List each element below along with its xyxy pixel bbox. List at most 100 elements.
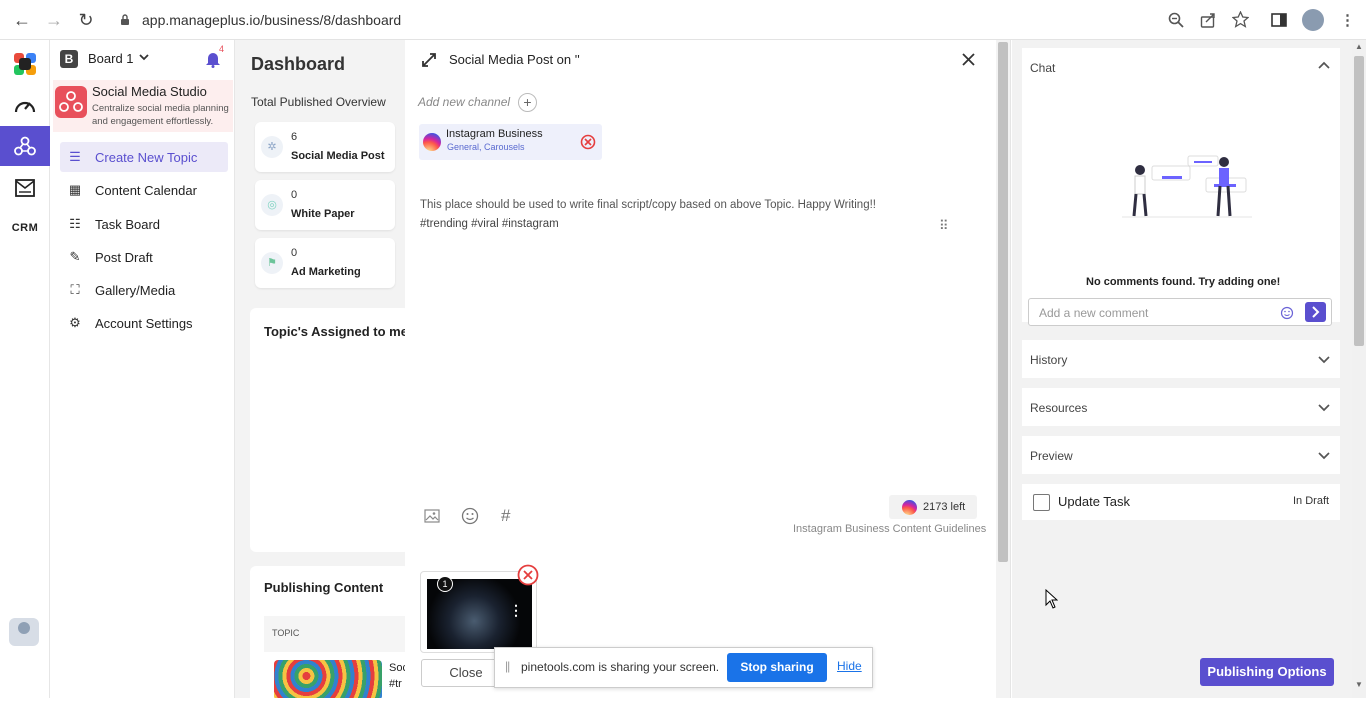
- editor-body-text[interactable]: This place should be used to write final…: [420, 199, 876, 211]
- workspace-header: Social Media Studio Centralize social me…: [53, 80, 233, 132]
- white-paper-icon: ◎: [261, 194, 283, 216]
- browser-menu-icon[interactable]: ⋮: [1340, 11, 1355, 29]
- dashboard: Dashboard Total Published Overview ✲ 6 S…: [235, 40, 405, 698]
- chevron-down-icon: [1318, 356, 1330, 364]
- stat-card-social-media-post[interactable]: ✲ 6 Social Media Post: [255, 122, 395, 172]
- hashtag-icon[interactable]: #: [501, 506, 510, 526]
- history-title: History: [1030, 353, 1068, 367]
- comment-input[interactable]: Add a new comment: [1028, 298, 1332, 326]
- sidebar-item-label: Post Draft: [95, 249, 153, 265]
- hide-link[interactable]: Hide: [837, 659, 862, 673]
- resources-section[interactable]: Resources: [1022, 388, 1340, 426]
- sidebar-item-gallery-media[interactable]: ⛶ Gallery/Media: [60, 275, 228, 305]
- chevron-down-icon: [1318, 452, 1330, 460]
- chat-section: Chat No comments found. Try adding one!: [1022, 48, 1340, 322]
- social-studio-icon: [55, 86, 87, 118]
- reload-icon[interactable]: ↻: [76, 10, 96, 31]
- publishing-title: Publishing Content: [264, 580, 384, 595]
- emoji-icon[interactable]: [461, 507, 479, 525]
- notification-badge: 4: [219, 44, 225, 54]
- page-scrollbar-thumb[interactable]: [1354, 56, 1364, 346]
- publishing-options-button[interactable]: Publishing Options: [1200, 658, 1334, 686]
- stat-count: 6: [291, 131, 298, 143]
- chevron-down-icon[interactable]: [139, 54, 149, 62]
- crm-icon[interactable]: CRM: [0, 210, 50, 246]
- url-text: app.manageplus.io/business/8/dashboard: [142, 12, 402, 28]
- page-title: Dashboard: [251, 54, 346, 74]
- list-plus-icon: ☰: [69, 149, 81, 164]
- guidelines-link[interactable]: Instagram Business Content Guidelines: [793, 523, 986, 535]
- image-icon[interactable]: [424, 508, 440, 524]
- newsletter-icon[interactable]: [0, 170, 50, 206]
- drag-grip-icon[interactable]: ||: [505, 659, 510, 673]
- remove-media-icon[interactable]: [517, 564, 539, 586]
- editor-hashtags[interactable]: #trending #viral #instagram: [420, 218, 559, 230]
- channel-chip[interactable]: Instagram Business General, Carousels: [419, 124, 602, 160]
- modal-scrollbar-thumb[interactable]: [998, 42, 1008, 562]
- stat-label: Social Media Post: [291, 150, 385, 162]
- speedometer-icon[interactable]: [0, 88, 50, 124]
- close-icon[interactable]: [962, 53, 975, 66]
- add-channel-label[interactable]: Add new channel: [418, 95, 510, 109]
- instagram-icon: [423, 133, 441, 151]
- preview-section[interactable]: Preview: [1022, 436, 1340, 474]
- add-channel-plus-icon[interactable]: +: [518, 93, 537, 112]
- social-studio-rail-icon[interactable]: [0, 126, 50, 166]
- sidebar-item-account-settings[interactable]: ⚙ Account Settings: [60, 308, 228, 338]
- post-editor-modal: Social Media Post on '' Add new channel …: [405, 40, 1011, 698]
- send-comment-button[interactable]: [1305, 302, 1326, 322]
- zoom-icon[interactable]: [1168, 12, 1184, 28]
- sidebar-item-content-calendar[interactable]: ▦ Content Calendar: [60, 175, 228, 205]
- chars-left: 2173 left: [923, 501, 966, 513]
- assigned-topics-panel: Topic's Assigned to me: [250, 308, 405, 552]
- stat-card-white-paper[interactable]: ◎ 0 White Paper: [255, 180, 395, 230]
- side-panel-icon[interactable]: [1271, 12, 1287, 28]
- stop-sharing-button[interactable]: Stop sharing: [727, 653, 827, 682]
- screen-share-bar: || pinetools.com is sharing your screen.…: [494, 647, 873, 688]
- topic-thumbnail[interactable]: [274, 660, 382, 698]
- send-icon: [1312, 306, 1320, 318]
- chevron-up-icon[interactable]: [1318, 61, 1330, 69]
- modal-scrollbar[interactable]: [996, 40, 1010, 698]
- expand-icon[interactable]: [421, 52, 437, 68]
- calendar-icon: ▦: [68, 182, 82, 197]
- workspace-subtitle: Centralize social media planning and eng…: [92, 103, 229, 127]
- sidebar-item-post-draft[interactable]: ✎ Post Draft: [60, 242, 228, 272]
- media-index: 1: [437, 576, 453, 592]
- sidebar-item-label: Account Settings: [95, 315, 193, 331]
- overview-title: Total Published Overview: [251, 95, 386, 109]
- media-menu-icon[interactable]: ⋮: [509, 602, 523, 619]
- sidebar-item-label: Create New Topic: [95, 149, 198, 165]
- sidebar-item-create-new-topic[interactable]: ☰ Create New Topic: [60, 142, 228, 172]
- emoji-icon[interactable]: [1280, 306, 1294, 320]
- status-badge: In Draft: [1293, 495, 1330, 507]
- instagram-icon: [902, 500, 917, 515]
- user-avatar[interactable]: [9, 618, 39, 646]
- update-task-checkbox[interactable]: [1033, 494, 1050, 511]
- mouse-cursor-icon: [1045, 589, 1058, 609]
- sidebar-item-label: Content Calendar: [95, 182, 197, 198]
- remove-channel-icon[interactable]: [580, 134, 596, 150]
- drag-handle-icon[interactable]: ⠿: [939, 218, 948, 234]
- board-name[interactable]: Board 1: [88, 51, 134, 66]
- sidebar: B Board 1 4 Social Media Studio Centrali…: [50, 40, 235, 698]
- chevron-down-icon: [1318, 404, 1330, 412]
- app-logo-icon[interactable]: [0, 46, 50, 82]
- back-icon[interactable]: ←: [12, 10, 32, 31]
- bookmark-star-icon[interactable]: [1232, 11, 1249, 28]
- share-icon[interactable]: [1200, 12, 1216, 28]
- scroll-down-icon[interactable]: ▼: [1355, 680, 1363, 689]
- table-row: Soc: [389, 662, 405, 674]
- media-attachment[interactable]: 1 ⋮: [420, 564, 539, 653]
- address-bar[interactable]: app.manageplus.io/business/8/dashboard: [110, 6, 1260, 34]
- lock-icon: [121, 14, 129, 25]
- profile-avatar[interactable]: [1302, 9, 1324, 31]
- sidebar-item-task-board[interactable]: ☷ Task Board: [60, 209, 228, 239]
- draft-icon: ✎: [69, 249, 81, 264]
- history-section[interactable]: History: [1022, 340, 1340, 378]
- forward-icon[interactable]: →: [44, 10, 64, 31]
- stat-card-ad-marketing[interactable]: ⚑ 0 Ad Marketing: [255, 238, 395, 288]
- stat-count: 0: [291, 247, 298, 259]
- scroll-up-icon[interactable]: ▲: [1355, 42, 1363, 51]
- page-scrollbar[interactable]: ▲ ▼: [1352, 40, 1366, 698]
